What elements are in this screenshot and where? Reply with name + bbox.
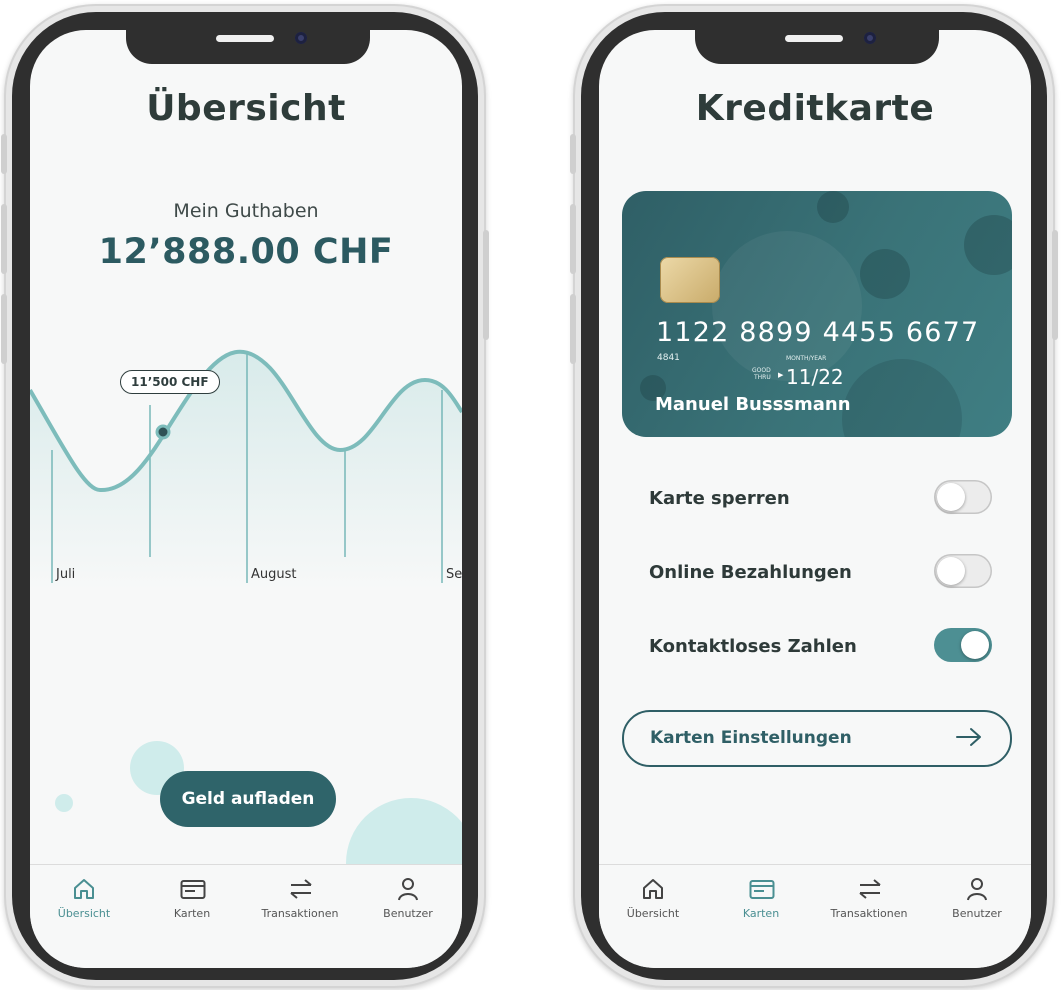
phone-overview: Übersicht Mein Guthaben 12’888.00 CHF Ju… xyxy=(1,4,489,988)
top-up-button[interactable]: Geld aufladen xyxy=(160,771,336,827)
tab-cards[interactable]: Karten xyxy=(138,865,246,968)
tab-transactions[interactable]: Transaktionen xyxy=(815,865,923,968)
chart-tooltip: 11’500 CHF xyxy=(120,370,220,394)
tab-cards[interactable]: Karten xyxy=(707,865,815,968)
card-decor xyxy=(860,249,910,299)
page-title: Übersicht xyxy=(146,88,346,129)
tab-label: Karten xyxy=(173,907,211,920)
tab-user[interactable]: Benutzer xyxy=(354,865,462,968)
chip-icon xyxy=(660,257,720,303)
credit-card[interactable]: 1122 8899 4455 6677 4841 MONTH/YEAR GOOD… xyxy=(622,191,1012,437)
tab-label: Übersicht xyxy=(57,907,111,920)
contactless-toggle[interactable] xyxy=(934,628,992,662)
tick-label-juli: Juli xyxy=(55,567,75,582)
expiry-label: MONTH/YEAR xyxy=(786,355,827,362)
block-card-toggle[interactable] xyxy=(934,480,992,514)
cardholder-name: Manuel Busssmann xyxy=(655,394,851,415)
tick-label-august: August xyxy=(251,567,297,582)
online-payments-toggle[interactable] xyxy=(934,554,992,588)
tab-label: Transaktionen xyxy=(830,907,908,920)
tab-label: Übersicht xyxy=(626,907,680,920)
tab-overview[interactable]: Übersicht xyxy=(599,865,707,968)
home-icon xyxy=(643,879,663,899)
card-number-sub: 4841 xyxy=(657,353,680,363)
good-thru-label: GOOD THRU xyxy=(752,367,771,381)
transfer-icon xyxy=(859,879,881,899)
tab-transactions[interactable]: Transaktionen xyxy=(246,865,354,968)
triangle-icon: ▶ xyxy=(778,371,784,379)
tab-overview[interactable]: Übersicht xyxy=(30,865,138,968)
tab-bar: Übersicht Karten Transaktionen Benutzer xyxy=(599,864,1031,968)
card-decor xyxy=(842,359,962,437)
tab-label: Benutzer xyxy=(383,907,433,920)
setting-label: Kontaktloses Zahlen xyxy=(649,636,857,657)
chart-point xyxy=(155,424,171,440)
user-icon xyxy=(398,878,418,901)
card-screen: Kreditkarte 1122 8899 4455 6677 4841 MON… xyxy=(599,30,1031,968)
notch xyxy=(695,30,939,64)
card-icon xyxy=(180,880,206,899)
card-icon xyxy=(749,880,775,899)
balance-value: 12’888.00 CHF xyxy=(98,232,394,272)
tab-bar: Übersicht Karten Transaktionen Benutzer xyxy=(30,864,462,968)
balance-label: Mein Guthaben xyxy=(173,200,319,222)
tab-label: Karten xyxy=(742,907,780,920)
card-expiry: 11/22 xyxy=(786,365,844,389)
transfer-icon xyxy=(290,879,312,899)
setting-online-payments: Online Bezahlungen xyxy=(649,554,1009,594)
button-label: Karten Einstellungen xyxy=(650,728,852,748)
arrow-right-icon xyxy=(956,728,981,746)
setting-block-card: Karte sperren xyxy=(649,480,1009,520)
overview-screen: Übersicht Mein Guthaben 12’888.00 CHF Ju… xyxy=(30,30,462,968)
user-icon xyxy=(967,878,987,901)
notch xyxy=(126,30,370,64)
card-decor xyxy=(964,215,1012,275)
page-title: Kreditkarte xyxy=(695,88,935,129)
tab-label: Benutzer xyxy=(952,907,1002,920)
card-settings-button[interactable]: Karten Einstellungen xyxy=(622,710,1012,767)
chart-area xyxy=(30,351,462,590)
card-number: 1122 8899 4455 6677 xyxy=(656,317,980,348)
setting-label: Online Bezahlungen xyxy=(649,562,852,583)
setting-label: Karte sperren xyxy=(649,488,790,509)
setting-contactless: Kontaktloses Zahlen xyxy=(649,628,1009,668)
tab-label: Transaktionen xyxy=(261,907,339,920)
card-decor xyxy=(817,191,849,223)
tab-user[interactable]: Benutzer xyxy=(923,865,1031,968)
balance-chart: Juli August Se xyxy=(30,349,462,590)
tick-label-september: Se xyxy=(446,567,462,582)
decor-circle xyxy=(55,794,73,812)
home-icon xyxy=(74,879,94,899)
phone-card: Kreditkarte 1122 8899 4455 6677 4841 MON… xyxy=(570,4,1058,988)
